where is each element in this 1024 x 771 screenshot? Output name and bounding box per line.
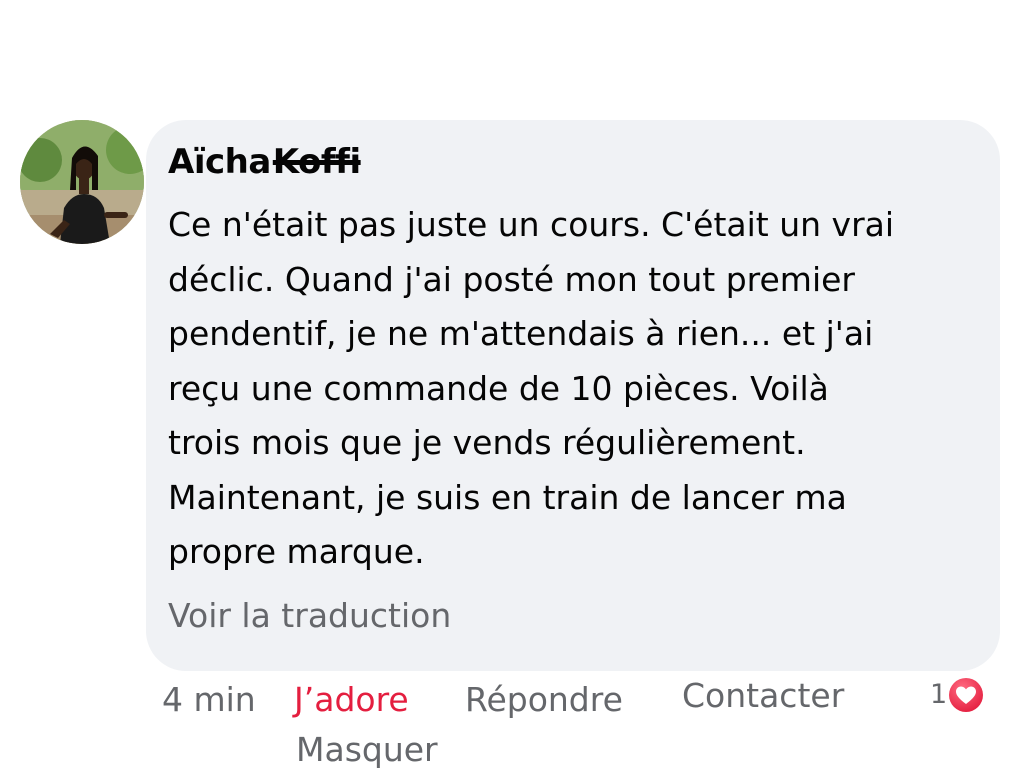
comment-timestamp[interactable]: 4 min	[162, 680, 256, 720]
comment-text: Ce n'était pas juste un cours. C'était u…	[168, 198, 974, 580]
hide-button[interactable]: Masquer	[296, 730, 438, 770]
comment-author[interactable]: AïchaKoffi	[168, 142, 974, 182]
love-heart-icon	[948, 677, 985, 713]
avatar[interactable]	[20, 120, 144, 244]
see-translation-link[interactable]: Voir la traduction	[168, 596, 451, 636]
comment-text-line: trois mois que je vends régulièrement.	[168, 423, 806, 462]
contact-button[interactable]: Contacter	[682, 676, 844, 716]
reply-button[interactable]: Répondre	[465, 680, 623, 720]
comment-text-line: Maintenant, je suis en train de lancer m…	[168, 477, 847, 517]
comment: AïchaKoffi Ce n'était pas juste un cours…	[0, 0, 1024, 771]
love-button[interactable]: J’adore	[294, 680, 409, 720]
comment-text-line: reçu une commande de 10 pièces. Voilà	[168, 368, 829, 408]
comment-bubble: AïchaKoffi Ce n'était pas juste un cours…	[146, 120, 1000, 671]
comment-text-line: pendentif, je ne m'attendais à rien... e…	[168, 314, 874, 353]
comment-text-line: déclic. Quand j'ai posté mon tout premie…	[168, 259, 855, 299]
reaction-summary[interactable]: 1	[930, 677, 985, 713]
author-first-name[interactable]: Aïcha	[168, 142, 271, 182]
comment-text-line: propre marque.	[168, 532, 425, 571]
profile-photo-icon	[20, 120, 144, 244]
author-last-name-redacted[interactable]: Koffi	[273, 142, 361, 182]
comment-text-line: Ce n'était pas juste un cours. C'était u…	[168, 205, 895, 244]
reaction-count: 1	[930, 679, 948, 710]
